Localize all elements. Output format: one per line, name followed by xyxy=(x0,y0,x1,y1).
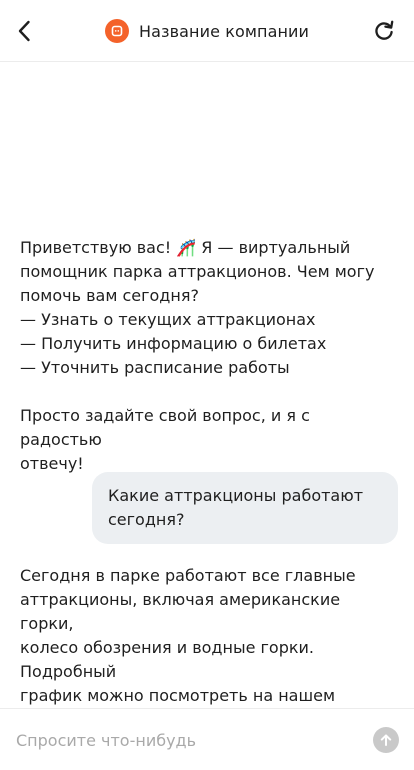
message-composer xyxy=(0,708,414,770)
send-button[interactable] xyxy=(373,727,399,753)
assistant-message: Сегодня в парке работают все главные атт… xyxy=(20,564,390,708)
back-button[interactable] xyxy=(8,14,40,48)
message-line: помощник парка аттракционов. Чем могу xyxy=(20,262,375,281)
message-line: Просто задайте свой вопрос, и я с радост… xyxy=(20,406,310,449)
message-line: Какие аттракционы работают xyxy=(108,486,364,505)
assistant-message: Приветствую вас! 🎢 Я — виртуальный помощ… xyxy=(20,236,390,476)
chevron-left-icon xyxy=(18,20,30,42)
chat-header: Название компании xyxy=(0,0,414,62)
message-input[interactable] xyxy=(16,723,356,757)
message-line: аттракционы, включая американские горки, xyxy=(20,590,341,633)
arrow-up-icon xyxy=(380,734,392,746)
list-item: — Уточнить расписание работы xyxy=(20,358,290,377)
message-paragraph: Приветствую вас! 🎢 Я — виртуальный помощ… xyxy=(20,236,390,380)
refresh-icon xyxy=(375,20,394,40)
page-title: Название компании xyxy=(138,21,310,41)
message-paragraph: Сегодня в парке работают все главные атт… xyxy=(20,564,390,708)
message-list[interactable]: Приветствую вас! 🎢 Я — виртуальный помощ… xyxy=(0,62,414,708)
refresh-button[interactable] xyxy=(370,17,398,45)
message-line: колесо обозрения и водные горки. Подробн… xyxy=(20,638,315,681)
message-line: Сегодня в парке работают все главные xyxy=(20,566,356,585)
message-paragraph: Просто задайте свой вопрос, и я с радост… xyxy=(20,404,390,476)
list-item: — Узнать о текущих аттракционах xyxy=(20,310,316,329)
brand-logo-icon xyxy=(104,19,129,43)
message-line: график можно посмотреть на нашем сайте. xyxy=(20,686,336,705)
user-message-bubble: Какие аттракционы работают сегодня? xyxy=(92,472,398,544)
message-line: Приветствую вас! 🎢 Я — виртуальный xyxy=(20,238,351,257)
header-title-group: Название компании xyxy=(0,0,414,62)
message-line: сегодня? xyxy=(108,510,185,529)
list-item: — Получить информацию о билетах xyxy=(20,334,327,353)
message-line: помочь вам сегодня? xyxy=(20,286,199,305)
